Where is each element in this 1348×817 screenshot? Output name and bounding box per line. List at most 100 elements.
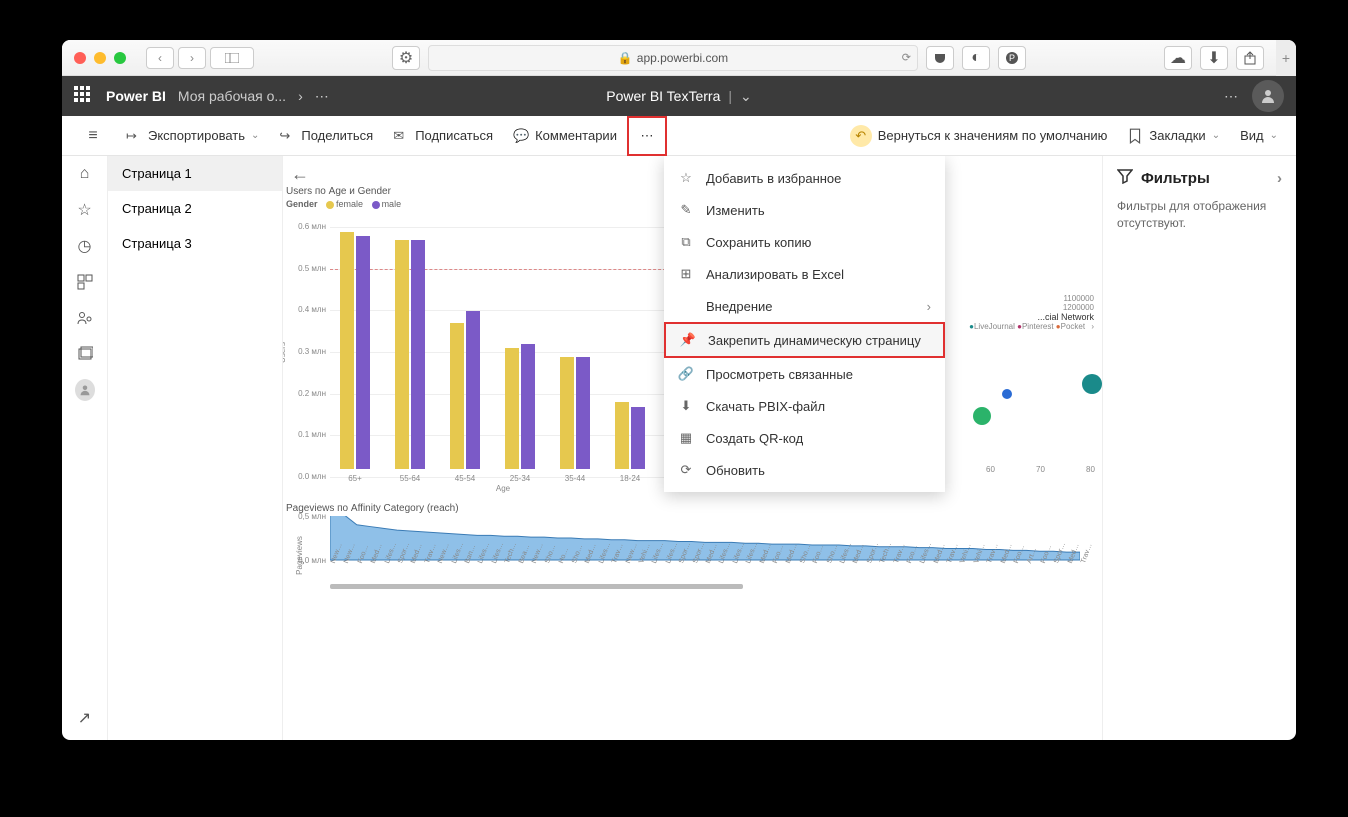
share-arrow-icon: ↪	[279, 128, 295, 144]
ext-icon-2[interactable]: ◐	[962, 46, 990, 70]
menu-item[interactable]: ⊞Анализировать в Excel	[664, 258, 945, 290]
minimize-window-button[interactable]	[94, 52, 106, 64]
bar[interactable]	[340, 232, 354, 470]
chevron-down-icon: ⌄	[1212, 130, 1220, 141]
area-chart: Pageviews по Affinity Category (reach) P…	[286, 503, 1086, 613]
comments-button[interactable]: 💬 Комментарии	[503, 116, 627, 156]
share-icon[interactable]	[1236, 46, 1264, 70]
powerbi-appbar: Power BI Моя рабочая о... › ⋯ Power BI T…	[62, 76, 1296, 116]
apps-icon[interactable]	[75, 272, 95, 292]
menu-item-icon: 🔗	[678, 366, 694, 382]
svg-text:P: P	[1009, 53, 1015, 63]
back-button[interactable]: ‹	[146, 47, 174, 69]
page-tab-3[interactable]: Страница 3	[108, 226, 282, 261]
more-actions-button[interactable]: ⋯	[627, 116, 667, 156]
address-bar[interactable]: 🔒 app.powerbi.com ⟳	[428, 45, 918, 71]
workspace-crumb[interactable]: Моя рабочая о...	[178, 88, 286, 104]
crumb-overflow[interactable]: ⋯	[315, 88, 329, 105]
appbar-overflow[interactable]: ⋯	[1224, 88, 1238, 105]
recent-icon[interactable]: ◷	[75, 236, 95, 256]
bookmarks-label: Закладки	[1149, 128, 1205, 143]
forward-button[interactable]: ›	[178, 47, 206, 69]
menu-item[interactable]: ▦Создать QR-код	[664, 422, 945, 454]
brand-label[interactable]: Power BI	[106, 88, 166, 104]
menu-item[interactable]: Внедрение›	[664, 290, 945, 322]
shared-icon[interactable]	[75, 308, 95, 328]
export-button[interactable]: ↦ Экспортировать ⌄	[116, 116, 269, 156]
view-button[interactable]: Вид ⌄	[1230, 116, 1288, 156]
menu-item-label: Скачать PBIX-файл	[706, 399, 825, 414]
bar[interactable]	[505, 348, 519, 469]
app-launcher-icon[interactable]	[74, 86, 94, 106]
workspaces-icon[interactable]	[75, 344, 95, 364]
chevron-right-icon[interactable]: ›	[1277, 170, 1282, 187]
export-label: Экспортировать	[148, 128, 245, 143]
menu-item[interactable]: 🔗Просмотреть связанные	[664, 358, 945, 390]
undo-icon: ↶	[850, 125, 872, 147]
bar[interactable]	[395, 240, 409, 469]
mail-icon: ✉	[393, 128, 409, 144]
favorites-icon[interactable]: ☆	[75, 200, 95, 220]
menu-item-icon: 📌	[680, 332, 696, 348]
bar[interactable]	[411, 240, 425, 469]
chart-title: Pageviews по Affinity Category (reach)	[286, 503, 1086, 514]
page-tab-2[interactable]: Страница 2	[108, 191, 282, 226]
user-avatar[interactable]	[1252, 80, 1284, 112]
menu-item-icon: ⬇	[678, 398, 694, 414]
filters-empty-text: Фильтры для отображения отсутствуют.	[1117, 198, 1282, 232]
bar[interactable]	[521, 344, 535, 469]
share-button[interactable]: ↪ Поделиться	[269, 116, 383, 156]
pinterest-ext-icon[interactable]: P	[998, 46, 1026, 70]
pocket-ext-icon[interactable]	[926, 46, 954, 70]
menu-item-icon: ⊞	[678, 266, 694, 282]
close-window-button[interactable]	[74, 52, 86, 64]
comment-icon: 💬	[513, 128, 529, 144]
subscribe-label: Подписаться	[415, 128, 493, 143]
my-workspace-avatar[interactable]	[75, 380, 95, 400]
menu-item[interactable]: ⟳Обновить	[664, 454, 945, 486]
sidebar-toggle-button[interactable]	[210, 47, 254, 69]
bar[interactable]	[560, 357, 574, 470]
bar[interactable]	[576, 357, 590, 470]
bar[interactable]	[631, 407, 645, 470]
bar[interactable]	[356, 236, 370, 469]
x-axis-label: Age	[496, 484, 510, 493]
downloads-icon[interactable]: ⬇	[1200, 46, 1228, 70]
page-tab-1[interactable]: Страница 1	[108, 156, 282, 191]
cloud-icon[interactable]: ☁︎	[1164, 46, 1192, 70]
hamburger-icon[interactable]: ≡	[88, 127, 97, 145]
menu-item[interactable]: ☆Добавить в избранное	[664, 162, 945, 194]
bar[interactable]	[466, 311, 480, 469]
menu-item[interactable]: ✎Изменить	[664, 194, 945, 226]
expand-icon[interactable]: ↗	[75, 708, 95, 728]
reload-icon[interactable]: ⟳	[902, 51, 911, 64]
ellipsis-icon: ⋯	[640, 128, 653, 144]
menu-item-label: Закрепить динамическую страницу	[708, 333, 921, 348]
report-dropdown-chevron[interactable]: ⌄	[740, 88, 752, 105]
window-controls	[74, 52, 126, 64]
reset-button[interactable]: ↶ Вернуться к значениям по умолчанию	[840, 116, 1118, 156]
bookmarks-button[interactable]: Закладки ⌄	[1117, 116, 1230, 156]
menu-item[interactable]: ⬇ Скачать PBIX-файл	[664, 390, 945, 422]
title-divider: |	[728, 88, 732, 104]
back-arrow-icon[interactable]: ←	[291, 164, 309, 185]
chart-legend: Gender female male	[286, 199, 676, 209]
filters-title: Фильтры	[1141, 170, 1210, 187]
menu-item[interactable]: ⧉Сохранить копию	[664, 226, 945, 258]
bar[interactable]	[450, 323, 464, 469]
more-actions-menu: ☆Добавить в избранное✎Изменить⧉Сохранить…	[664, 156, 945, 492]
preferences-button[interactable]: ⚙︎	[392, 46, 420, 70]
page-nav: Страница 1 Страница 2 Страница 3	[108, 156, 283, 740]
menu-item[interactable]: 📌 Закрепить динамическую страницу	[664, 322, 945, 358]
scatter-point[interactable]	[1002, 389, 1012, 399]
browser-window: ‹ › ⚙︎ 🔒 app.powerbi.com ⟳ ◐ P ☁︎ ⬇ + Po…	[62, 40, 1296, 740]
bar-chart: Users по Age и Gender Gender female male…	[286, 186, 676, 506]
new-tab-button[interactable]: +	[1276, 40, 1296, 76]
bar[interactable]	[615, 402, 629, 469]
maximize-window-button[interactable]	[114, 52, 126, 64]
subscribe-button[interactable]: ✉ Подписаться	[383, 116, 503, 156]
scatter-point[interactable]	[973, 407, 991, 425]
scatter-point[interactable]	[1082, 374, 1102, 394]
menu-item-label: Внедрение	[706, 299, 773, 314]
home-icon[interactable]: ⌂	[75, 164, 95, 184]
